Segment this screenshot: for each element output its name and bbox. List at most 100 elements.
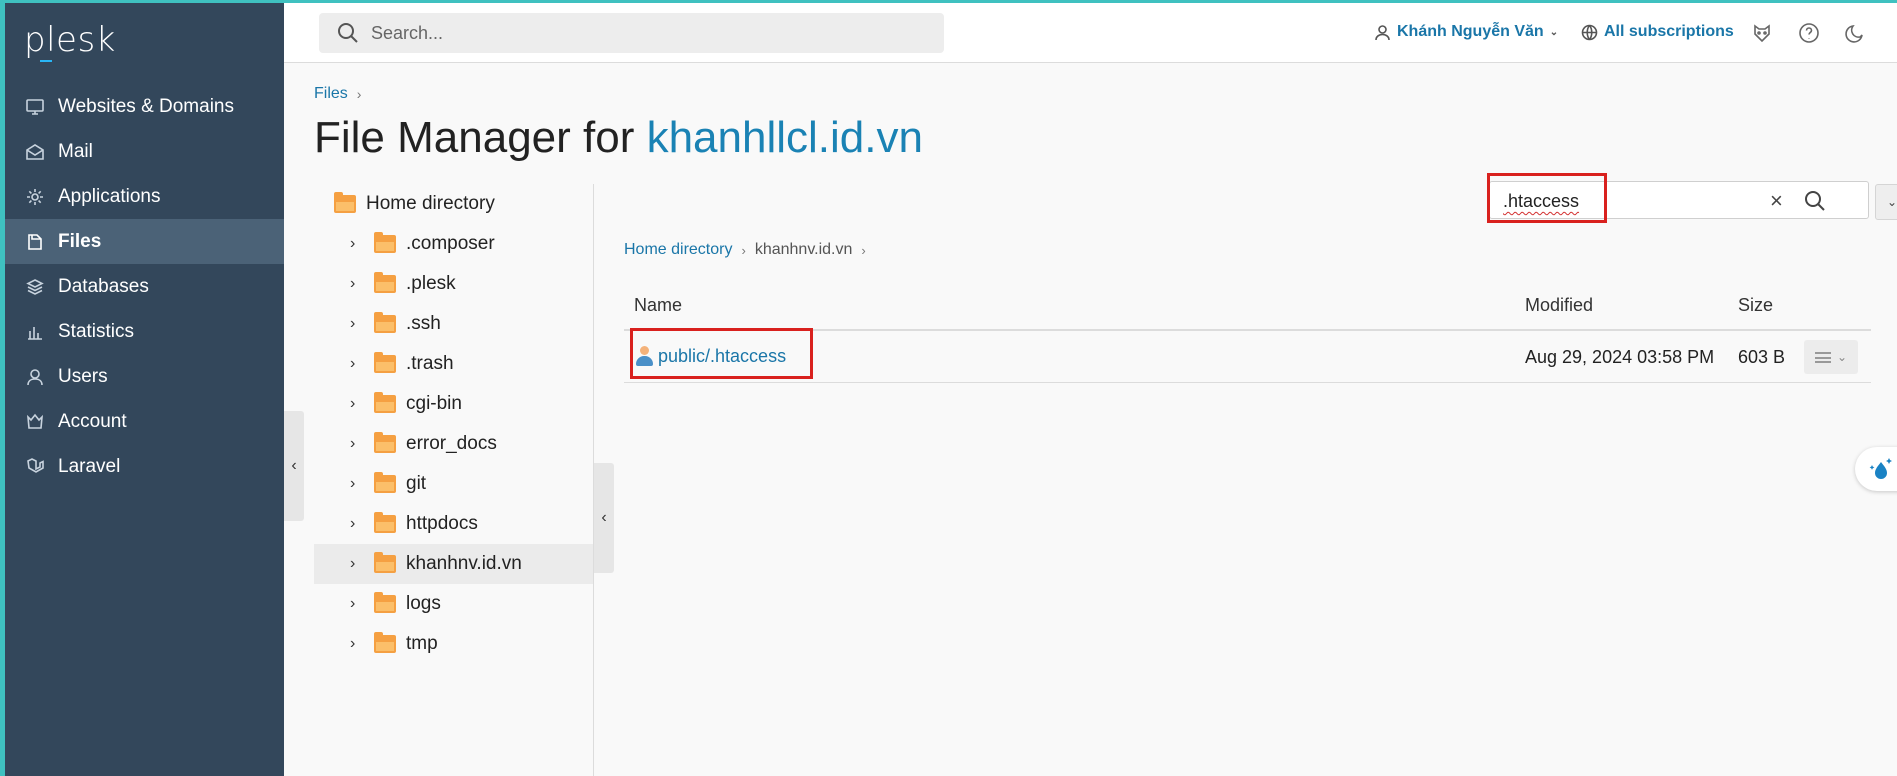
database-icon — [24, 276, 46, 298]
tree-item[interactable]: › logs — [314, 584, 594, 624]
tree-label: logs — [406, 593, 441, 614]
column-name[interactable]: Name — [634, 295, 682, 316]
plesk-logo[interactable]: plesk — [24, 20, 116, 62]
gear-icon — [24, 186, 46, 208]
row-actions-button[interactable]: ⌄ — [1804, 340, 1858, 374]
account-icon — [24, 411, 46, 433]
table-header: Name Modified Size — [624, 283, 1871, 331]
top-header: Khánh Nguyễn Văn ⌄ All subscriptions — [284, 3, 1897, 63]
chevron-right-icon[interactable]: › — [350, 515, 364, 533]
tree-item[interactable]: › .trash — [314, 344, 594, 384]
nav-item-websites-domains[interactable]: Websites & Domains — [5, 84, 284, 129]
tree-label: .trash — [406, 353, 454, 374]
folder-icon — [374, 552, 396, 573]
tree-item[interactable]: › httpdocs — [314, 504, 594, 544]
folder-icon — [374, 432, 396, 453]
tree-label: httpdocs — [406, 513, 478, 534]
file-size: 603 B — [1738, 347, 1786, 367]
tree-item[interactable]: › git — [314, 464, 594, 504]
nav-item-account[interactable]: Account — [5, 399, 284, 444]
files-icon — [24, 231, 46, 253]
tree-item[interactable]: › cgi-bin — [314, 384, 594, 424]
breadcrumb: Files › — [314, 85, 361, 103]
chevron-right-icon[interactable]: › — [350, 595, 364, 613]
nav-label: Mail — [58, 140, 93, 162]
folder-icon — [374, 472, 396, 493]
chevron-right-icon[interactable]: › — [350, 355, 364, 373]
nav-item-mail[interactable]: Mail — [5, 129, 284, 174]
search-icon[interactable] — [1804, 190, 1826, 212]
dark-mode-icon[interactable] — [1844, 22, 1866, 44]
chevron-down-icon: ⌄ — [1886, 195, 1897, 209]
chevron-right-icon[interactable]: › — [350, 555, 364, 573]
column-modified[interactable]: Modified — [1525, 295, 1593, 316]
menu-icon — [1814, 351, 1831, 363]
chevron-right-icon[interactable]: › — [350, 275, 364, 293]
tree-item[interactable]: › .plesk — [314, 264, 594, 304]
page-title-domain[interactable]: khanhllcl.id.vn — [647, 113, 923, 162]
clear-search-icon[interactable]: × — [1770, 188, 1783, 214]
tree-root-home[interactable]: Home directory — [314, 184, 594, 224]
chevron-right-icon[interactable]: › — [350, 235, 364, 253]
nav-label: Account — [58, 410, 127, 432]
page-title: File Manager for khanhllcl.id.vn — [314, 113, 923, 163]
folder-icon — [334, 192, 356, 213]
chevron-right-icon[interactable]: › — [350, 315, 364, 333]
nav-item-users[interactable]: Users — [5, 354, 284, 399]
nav-label: Statistics — [58, 320, 135, 342]
main-nav: Websites & Domains Mail Applications Fil… — [5, 84, 284, 489]
tree-item[interactable]: › error_docs — [314, 424, 594, 464]
breadcrumb-files[interactable]: Files — [314, 85, 348, 103]
help-icon[interactable] — [1798, 22, 1820, 44]
nav-item-laravel[interactable]: Laravel — [5, 444, 284, 489]
tree-label: .plesk — [406, 273, 456, 294]
column-size[interactable]: Size — [1738, 295, 1773, 316]
global-search[interactable] — [319, 13, 944, 53]
search-options-button[interactable]: ⌄ — [1875, 184, 1897, 220]
bar-chart-icon — [24, 321, 46, 343]
tree-label: khanhnv.id.vn — [406, 553, 522, 574]
page-title-prefix: File Manager for — [314, 113, 647, 162]
nav-item-files[interactable]: Files — [5, 219, 284, 264]
tree-item[interactable]: › tmp — [314, 624, 594, 664]
subscriptions-selector[interactable]: All subscriptions — [1581, 23, 1734, 41]
user-icon — [1375, 24, 1390, 40]
monitor-icon — [24, 96, 46, 118]
path-home-link[interactable]: Home directory — [624, 241, 732, 259]
sidebar: plesk Websites & Domains Mail Applicatio… — [5, 3, 284, 776]
chevron-right-icon[interactable]: › — [350, 395, 364, 413]
ai-assistant-button[interactable] — [1855, 447, 1897, 491]
folder-icon — [374, 512, 396, 533]
user-menu[interactable]: Khánh Nguyễn Văn ⌄ — [1374, 23, 1558, 41]
global-search-input[interactable] — [371, 22, 931, 44]
folder-icon — [374, 592, 396, 613]
tree-collapse-button[interactable]: ‹ — [594, 463, 614, 573]
chevron-right-icon[interactable]: › — [350, 475, 364, 493]
chevron-down-icon: ⌄ — [1836, 350, 1848, 364]
chevron-right-icon: › — [861, 242, 866, 258]
chevron-right-icon: › — [741, 242, 746, 258]
tree-item[interactable]: › .composer — [314, 224, 594, 264]
tree-item-selected[interactable]: › khanhnv.id.vn — [314, 544, 594, 584]
tree-item[interactable]: › .ssh — [314, 304, 594, 344]
chevron-left-icon: ‹ — [601, 509, 607, 526]
subscriptions-label: All subscriptions — [1604, 23, 1734, 40]
nav-label: Databases — [58, 275, 149, 297]
chevron-right-icon[interactable]: › — [350, 635, 364, 653]
nav-item-databases[interactable]: Databases — [5, 264, 284, 309]
chevron-right-icon[interactable]: › — [350, 435, 364, 453]
plesk-community-icon[interactable] — [1751, 22, 1773, 44]
folder-tree: Home directory › .composer › .plesk › .ssh … — [314, 184, 594, 664]
folder-icon — [374, 392, 396, 413]
logo-underline — [40, 60, 52, 62]
sidebar-collapse-button[interactable]: ‹ — [284, 411, 304, 521]
nav-item-statistics[interactable]: Statistics — [5, 309, 284, 354]
chevron-left-icon: ‹ — [291, 457, 297, 474]
nav-item-applications[interactable]: Applications — [5, 174, 284, 219]
nav-label: Applications — [58, 185, 161, 207]
globe-icon — [1581, 24, 1598, 40]
nav-label: Users — [58, 365, 108, 387]
highlight-search-box — [1487, 173, 1607, 223]
tree-label: tmp — [406, 633, 438, 654]
tree-label: .composer — [406, 233, 495, 254]
